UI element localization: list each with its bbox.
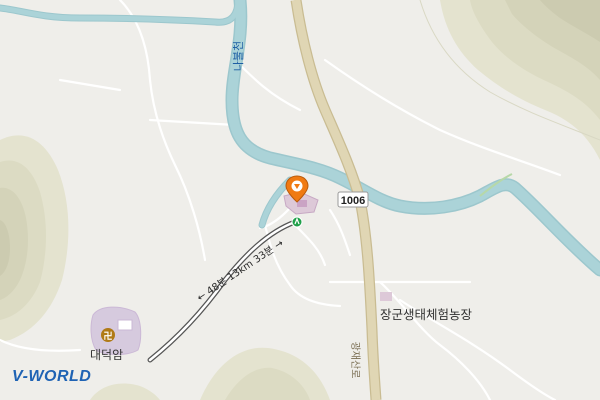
map-base-layer: 1006 나불천 광재산로 ← 48분 13km 33분 → 卍 xyxy=(0,0,600,400)
route-shield-1006: 1006 xyxy=(337,191,369,208)
road-label: 광재산로 xyxy=(349,342,361,379)
vworld-logo[interactable]: V-WORLD xyxy=(12,368,91,386)
temple-icon[interactable]: 卍 xyxy=(101,328,115,342)
place-label-farm[interactable]: 장군생태체험농장 xyxy=(380,304,472,323)
place-label-temple[interactable]: 대덕암 xyxy=(90,346,123,363)
bus-stop-icon[interactable] xyxy=(291,216,303,228)
svg-text:卍: 卍 xyxy=(103,331,112,342)
svg-text:1006: 1006 xyxy=(341,195,365,207)
map-canvas[interactable]: 1006 나불천 광재산로 ← 48분 13km 33분 → 卍 장군생태체험농… xyxy=(0,0,600,400)
farm-area xyxy=(380,292,392,301)
river-label: 나불천 xyxy=(231,41,245,71)
